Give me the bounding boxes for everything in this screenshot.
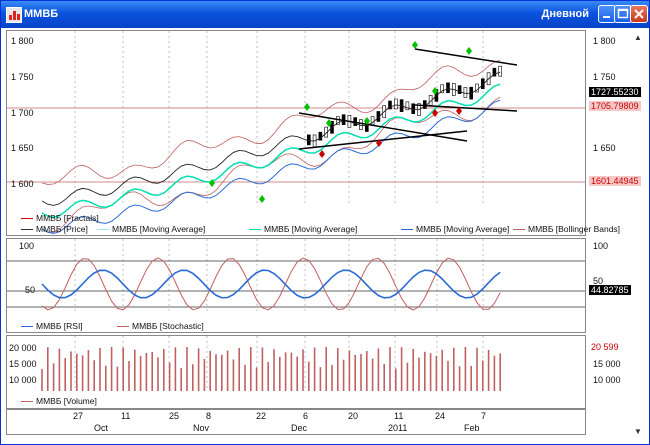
volume-pane[interactable]: ММВБ [Volume] [6,335,586,409]
right-scale-1750: 1 750 [593,72,616,82]
x-day-6: 6 [303,411,309,421]
x-month-oct: Oct [94,423,109,433]
x-day-7: 7 [481,411,487,421]
scroll-down-icon[interactable]: ▼ [633,427,643,437]
minimize-icon [603,16,610,18]
x-day-27: 27 [73,411,84,421]
fractal-up-marker [259,195,265,203]
candle [393,98,398,110]
candle [306,134,311,146]
chart-window: ММВБ Дневной ММВБ [Fractals] ММВБ [Price… [0,0,650,445]
legend-rsi: ММВБ [RSI] [21,321,83,331]
legend-fractals: ММВБ [Fractals] [21,213,99,223]
legend-stochastic: ММВБ [Stochastic] [117,321,204,331]
legend-volume: ММВБ [Volume] [21,396,97,406]
legend-bollinger: ММВБ [Bollinger Bands] [513,224,620,234]
legend-ma-2: ММВБ [Moving Average] [249,224,357,234]
x-month-nov: Nov [193,423,210,433]
bollinger-upper [41,59,501,185]
fractal-up-marker [466,47,472,55]
price-chart [7,31,585,234]
legend-ma-3: ММВБ [Moving Average] [401,224,509,234]
stochastic-line [41,257,501,311]
left-scale-1800: 1 800 [11,36,34,46]
trend-line [298,130,468,150]
bollinger-lower [41,96,501,233]
support-tag: 1601.44945 [589,176,641,186]
price-line [41,71,501,206]
x-day-20: 20 [348,411,359,421]
vol-left-20000: 20 000 [9,343,37,353]
right-scale-1650: 1 650 [593,143,616,153]
x-day-25: 25 [169,411,180,421]
last-price-tag: 1727.55230 [589,87,641,97]
fractal-up-marker [304,103,310,111]
price-pane[interactable]: ММВБ [Fractals] ММВБ [Price] ММВБ [Movin… [6,30,620,236]
resistance-tag: 1705.79809 [589,101,641,111]
x-day-8: 8 [206,411,212,421]
vol-left-10000: 10 000 [9,375,37,385]
x-day-11b: 11 [394,411,404,421]
candle [457,85,462,94]
ma-slow-line [41,99,501,234]
left-scale-1600: 1 600 [11,179,34,189]
osc-left-100: 100 [19,241,35,251]
candle [446,82,450,94]
candle [359,119,363,130]
maximize-icon [617,8,629,19]
chart-app-icon [6,7,22,23]
legend-ma-1: ММВБ [Moving Average] [97,224,205,234]
oscillator-chart [7,239,585,311]
candle [463,87,468,98]
vol-right-10000: 10 000 [593,375,621,385]
x-month-dec: Dec [291,423,308,433]
candle [411,103,416,115]
vol-left-15000: 15 000 [9,359,37,369]
left-scale-1750: 1 750 [11,72,34,82]
fractal-up-marker [412,41,418,49]
candle [498,65,503,77]
x-month-2011: 2011 [388,423,408,433]
x-month-feb: Feb [464,423,480,433]
trend-line [414,48,518,66]
x-day-11: 11 [121,411,131,421]
close-button[interactable] [630,5,648,23]
scroll-up-icon[interactable]: ▲ [633,33,643,43]
oscillator-value-tag: 44.82785 [589,285,631,295]
volume-value-tag: 20 599 [589,342,621,352]
title-bar[interactable]: ММВБ Дневной [1,1,649,28]
osc-left-50: 50 [25,285,36,295]
window-title: ММВБ [24,8,59,20]
close-icon [634,9,644,19]
oscillator-pane[interactable]: ММВБ [RSI] ММВБ [Stochastic] [6,238,586,333]
period-selector[interactable]: Дневной [542,8,590,20]
legend-price: ММВБ [Price] [21,224,88,234]
osc-right-100: 100 [593,241,609,251]
left-scale-1700: 1 700 [11,108,34,118]
left-scale-1650: 1 650 [11,143,34,153]
x-day-22: 22 [256,411,267,421]
x-day-24: 24 [435,411,446,421]
vol-right-15000: 15 000 [593,359,621,369]
right-scale-1800: 1 800 [593,36,616,46]
